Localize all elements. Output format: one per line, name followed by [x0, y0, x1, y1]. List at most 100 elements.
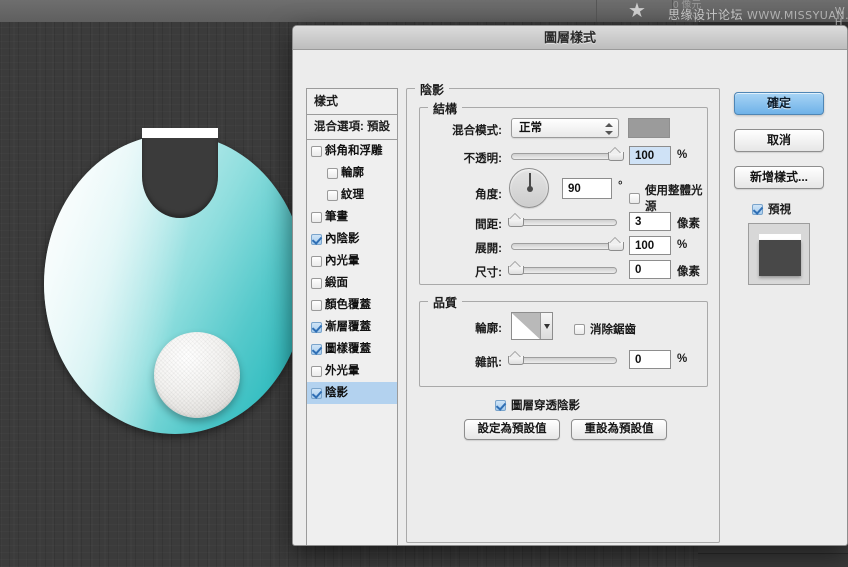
cancel-button[interactable]: 取消 [734, 129, 824, 152]
sidebar-item-label: 斜角和浮雕 [325, 141, 383, 162]
style-preview-thumbnail [748, 223, 810, 285]
checkbox-satin[interactable] [311, 278, 322, 289]
distance-input[interactable]: 3 [629, 212, 671, 231]
distance-slider-track[interactable] [511, 219, 617, 226]
artwork-notch [142, 130, 218, 218]
checkbox-color-overlay[interactable] [311, 300, 322, 311]
checkbox-use-global-light[interactable] [629, 193, 640, 204]
sidebar-effect-list[interactable]: 斜角和浮雕 輪廓 紋理 筆畫 [307, 140, 397, 404]
use-global-light-label: 使用整體光源 [645, 182, 707, 214]
sidebar-empty-area [307, 404, 397, 546]
sidebar-item-satin[interactable]: 緞面 [307, 272, 397, 294]
opacity-slider-thumb[interactable] [608, 149, 622, 160]
sidebar-item-bevel-emboss[interactable]: 斜角和浮雕 [307, 140, 397, 162]
watermark: 思缘设计论坛 WWW.MISSYUAN.COM [668, 6, 848, 23]
opacity-input[interactable]: 100 [629, 146, 671, 165]
sidebar-blending-options[interactable]: 混合選項: 預設 [307, 115, 397, 140]
sidebar-item-outer-glow[interactable]: 外光暈 [307, 360, 397, 382]
sidebar-item-label: 陰影 [325, 383, 348, 404]
size-label: 尺寸: [418, 264, 502, 280]
sidebar-item-contour[interactable]: 輪廓 [307, 162, 397, 184]
distance-label: 間距: [418, 216, 502, 232]
sidebar-item-label: 外光暈 [325, 361, 360, 382]
antialias-row[interactable]: 消除鋸齒 [574, 321, 636, 337]
use-global-light-row[interactable]: 使用整體光源 [629, 182, 707, 214]
checkbox-antialias[interactable] [574, 324, 585, 335]
checkbox-knockout[interactable] [495, 400, 506, 411]
sidebar-item-pattern-overlay[interactable]: 圖樣覆蓋 [307, 338, 397, 360]
shadow-color-swatch[interactable] [628, 118, 670, 138]
structure-legend: 結構 [428, 100, 462, 117]
drop-shadow-panel: 陰影 結構 混合模式: 正常 不透明: 100 % 角度: [406, 88, 720, 543]
sidebar-item-stroke[interactable]: 筆畫 [307, 206, 397, 228]
checkbox-texture[interactable] [327, 190, 338, 201]
sidebar-item-texture[interactable]: 紋理 [307, 184, 397, 206]
noise-slider-track[interactable] [511, 357, 617, 364]
checkbox-bevel-emboss[interactable] [311, 146, 322, 157]
contour-picker[interactable] [511, 312, 553, 340]
checkbox-gradient-overlay[interactable] [311, 322, 322, 333]
angle-label: 角度: [418, 186, 502, 202]
spread-label: 展開: [418, 240, 502, 256]
dialog-body: 樣式 混合選項: 預設 斜角和浮雕 輪廓 紋理 [293, 50, 847, 546]
preview-label: 預視 [768, 201, 791, 217]
sidebar-item-label: 紋理 [341, 185, 364, 206]
contour-label: 輪廓: [418, 320, 502, 336]
spread-unit: % [677, 239, 687, 251]
opacity-unit: % [677, 149, 687, 161]
checkbox-pattern-overlay[interactable] [311, 344, 322, 355]
checkbox-contour[interactable] [327, 168, 338, 179]
sidebar-item-label: 漸層覆蓋 [325, 317, 371, 338]
angle-dial-hub [527, 186, 533, 192]
ok-button[interactable]: 確定 [734, 92, 824, 115]
spread-slider-thumb[interactable] [608, 239, 622, 250]
distance-slider-thumb[interactable] [508, 215, 522, 226]
angle-dial[interactable] [509, 168, 549, 208]
reset-default-button[interactable]: 重設為預設值 [571, 419, 667, 440]
checkbox-inner-shadow[interactable] [311, 234, 322, 245]
options-w-label: W [835, 6, 844, 17]
angle-input[interactable]: 90 [562, 178, 612, 199]
sidebar-item-inner-shadow[interactable]: 內陰影 [307, 228, 397, 250]
sidebar-item-label: 筆畫 [325, 207, 348, 228]
size-slider-track[interactable] [511, 267, 617, 274]
sidebar-item-label: 輪廓 [341, 163, 364, 184]
contour-preview [512, 313, 541, 339]
sidebar-item-drop-shadow[interactable]: 陰影 [307, 382, 397, 404]
checkbox-inner-glow[interactable] [311, 256, 322, 267]
sidebar-item-color-overlay[interactable]: 顏色覆蓋 [307, 294, 397, 316]
brush-tool-icon[interactable]: ★ [628, 0, 646, 23]
size-input[interactable]: 0 [629, 260, 671, 279]
options-bar[interactable]: ★ 0 像元 Y: 思缘设计论坛 WWW.MISSYUAN.COM W H [0, 0, 848, 22]
blend-mode-select[interactable]: 正常 [511, 118, 619, 138]
spread-input[interactable]: 100 [629, 236, 671, 255]
styles-sidebar[interactable]: 樣式 混合選項: 預設 斜角和浮雕 輪廓 紋理 [306, 88, 398, 546]
preview-thumb-shape [759, 240, 801, 276]
new-style-button[interactable]: 新增樣式... [734, 166, 824, 189]
sidebar-item-label: 圖樣覆蓋 [325, 339, 371, 360]
artwork-graphic [44, 134, 306, 434]
size-slider-thumb[interactable] [508, 263, 522, 274]
make-default-button[interactable]: 設定為預設值 [464, 419, 560, 440]
sidebar-item-inner-glow[interactable]: 內光暈 [307, 250, 397, 272]
preview-row[interactable]: 預視 [752, 201, 791, 217]
spread-slider-track[interactable] [511, 243, 617, 250]
blend-mode-label: 混合模式: [418, 122, 502, 138]
noise-input[interactable]: 0 [629, 350, 671, 369]
chevron-updown-icon [604, 121, 613, 137]
sidebar-header[interactable]: 樣式 [307, 89, 397, 115]
chevron-down-icon[interactable] [541, 313, 552, 339]
checkbox-stroke[interactable] [311, 212, 322, 223]
drop-shadow-panel-legend: 陰影 [415, 81, 449, 98]
structure-group: 結構 混合模式: 正常 不透明: 100 % 角度: 90 ° [419, 107, 708, 285]
sidebar-item-label: 緞面 [325, 273, 348, 294]
layer-style-dialog[interactable]: 圖層樣式 樣式 混合選項: 預設 斜角和浮雕 輪廓 [292, 25, 848, 546]
knockout-row[interactable]: 圖層穿透陰影 [495, 397, 580, 413]
checkbox-preview[interactable] [752, 204, 763, 215]
opacity-slider-track[interactable] [511, 153, 617, 160]
checkbox-drop-shadow[interactable] [311, 388, 322, 399]
sidebar-item-label: 顏色覆蓋 [325, 295, 371, 316]
checkbox-outer-glow[interactable] [311, 366, 322, 377]
sidebar-item-gradient-overlay[interactable]: 漸層覆蓋 [307, 316, 397, 338]
noise-slider-thumb[interactable] [508, 353, 522, 364]
